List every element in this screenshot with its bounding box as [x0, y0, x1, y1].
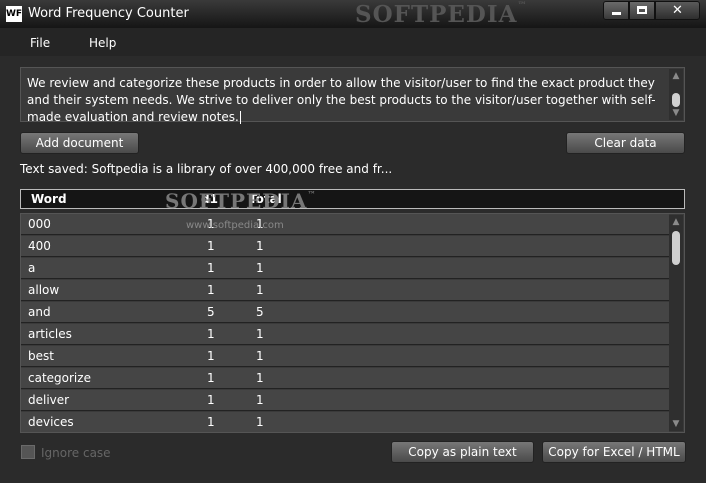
cell-d1: 1	[207, 327, 215, 341]
clear-data-button[interactable]: Clear data	[566, 132, 685, 154]
table-row[interactable]: devices 1 1	[21, 412, 669, 432]
cell-total: 1	[256, 393, 264, 407]
table-row[interactable]: a 1 1	[21, 258, 669, 279]
cell-total: 1	[256, 239, 264, 253]
column-header-d1[interactable]: d1	[201, 192, 218, 207]
cell-total: 1	[256, 349, 264, 363]
ignore-case-checkbox[interactable]	[21, 445, 35, 459]
copy-plain-text-button[interactable]: Copy as plain text	[391, 441, 534, 463]
status-text: Text saved: Softpedia is a library of ov…	[20, 162, 393, 176]
table-scrollbar[interactable]: ▲ ▼	[669, 215, 683, 431]
ignore-case-label: Ignore case	[41, 446, 111, 460]
table-scroll-thumb[interactable]	[672, 231, 680, 265]
table-row[interactable]: and 5 5	[21, 302, 669, 323]
app-logo-icon: WF	[6, 6, 22, 22]
cell-total: 1	[256, 217, 264, 231]
scroll-up-icon[interactable]: ▲	[669, 215, 683, 229]
cell-word: 400	[28, 239, 51, 253]
table-row[interactable]: 400 1 1	[21, 236, 669, 257]
softpedia-watermark-mark: ™	[517, 1, 528, 11]
cell-d1: 5	[207, 305, 215, 319]
cell-total: 5	[256, 305, 264, 319]
cell-total: 1	[256, 371, 264, 385]
word-frequency-table: 000 1 1 400 1 1 a 1 1 allow 1 1 and 5 5 …	[20, 213, 685, 433]
scroll-down-icon[interactable]: ▼	[669, 106, 683, 120]
close-button[interactable]: ✕	[655, 1, 700, 20]
scroll-down-icon[interactable]: ▼	[669, 417, 683, 431]
cell-d1: 1	[207, 283, 215, 297]
copy-excel-html-button[interactable]: Copy for Excel / HTML	[542, 441, 686, 463]
softpedia-watermark: SOFTPEDIA™	[355, 1, 527, 28]
cell-total: 1	[256, 327, 264, 341]
document-text: We review and categorize these products …	[27, 75, 665, 126]
table-row[interactable]: 000 1 1	[21, 214, 669, 235]
window-title: Word Frequency Counter	[28, 6, 189, 21]
cell-d1: 1	[207, 239, 215, 253]
cell-word: categorize	[28, 371, 91, 385]
text-caret	[239, 111, 241, 124]
cell-d1: 1	[207, 261, 215, 275]
cell-total: 1	[256, 283, 264, 297]
cell-d1: 1	[207, 371, 215, 385]
table-row[interactable]: deliver 1 1	[21, 390, 669, 411]
maximize-button[interactable]	[629, 1, 655, 20]
document-text-content: We review and categorize these products …	[27, 76, 656, 124]
cell-total: 1	[256, 261, 264, 275]
cell-word: allow	[28, 283, 60, 297]
table-row[interactable]: allow 1 1	[21, 280, 669, 301]
cell-word: articles	[28, 327, 72, 341]
window-controls: ✕	[603, 1, 700, 20]
document-text-input[interactable]: We review and categorize these products …	[20, 67, 685, 124]
column-header-total[interactable]: Total	[249, 192, 282, 207]
softpedia-watermark-text: SOFTPEDIA	[355, 1, 518, 28]
table-row[interactable]: best 1 1	[21, 346, 669, 367]
cell-d1: 1	[207, 415, 215, 429]
menu-bar: File Help	[0, 28, 706, 56]
cell-d1: 1	[207, 217, 215, 231]
add-document-button[interactable]: Add document	[20, 132, 139, 154]
minimize-button[interactable]	[603, 1, 629, 20]
table-header: Word d1 Total	[20, 189, 685, 209]
menu-file[interactable]: File	[30, 36, 50, 50]
text-scroll-thumb[interactable]	[672, 93, 680, 107]
scroll-up-icon[interactable]: ▲	[669, 69, 683, 83]
table-row[interactable]: categorize 1 1	[21, 368, 669, 389]
minimize-icon	[612, 12, 621, 15]
maximize-icon	[637, 6, 647, 14]
cell-d1: 1	[207, 349, 215, 363]
app-window: WF Word Frequency Counter SOFTPEDIA™ ✕ F…	[0, 0, 706, 483]
cell-word: deliver	[28, 393, 70, 407]
title-bar[interactable]: WF Word Frequency Counter SOFTPEDIA™ ✕	[0, 0, 706, 29]
table-row[interactable]: articles 1 1	[21, 324, 669, 345]
column-header-word[interactable]: Word	[31, 192, 67, 207]
cell-d1: 1	[207, 393, 215, 407]
text-scrollbar[interactable]: ▲ ▼	[669, 69, 683, 120]
cell-word: best	[28, 349, 54, 363]
menu-help[interactable]: Help	[89, 36, 116, 50]
cell-word: 000	[28, 217, 51, 231]
cell-word: devices	[28, 415, 74, 429]
cell-word: and	[28, 305, 51, 319]
cell-word: a	[28, 261, 36, 275]
close-icon: ✕	[672, 3, 683, 18]
cell-total: 1	[256, 415, 264, 429]
